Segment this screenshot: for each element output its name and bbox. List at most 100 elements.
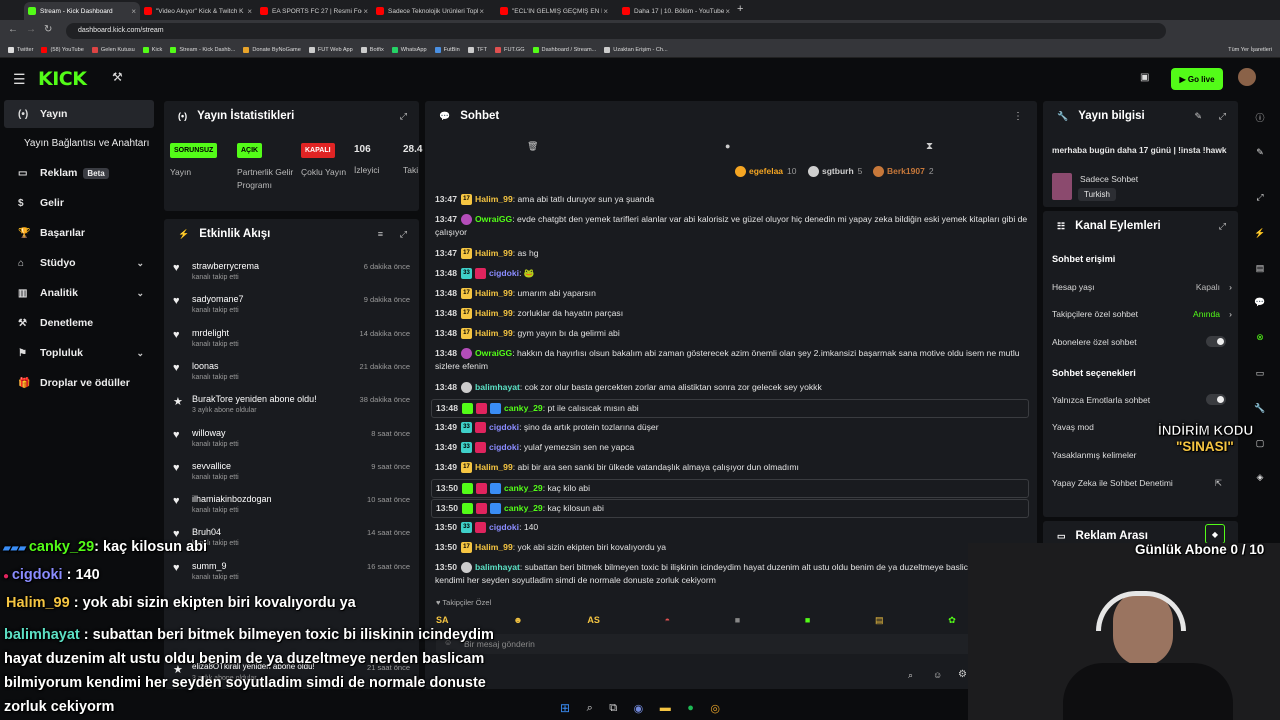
signal-icon[interactable]: ⊗: [1250, 327, 1270, 347]
folder-icon[interactable]: ▬: [660, 702, 671, 714]
chat-input[interactable]: ☺ Bir mesaj gönderin: [436, 634, 1030, 654]
edit-icon[interactable]: ✎: [1194, 111, 1202, 122]
document-icon[interactable]: ▤: [1250, 258, 1270, 278]
settings-icon[interactable]: ◈: [1250, 467, 1270, 487]
go-live-button[interactable]: ▶ Go live: [1171, 68, 1223, 90]
emote-icon[interactable]: ▤: [875, 615, 884, 626]
message-user[interactable]: Halim_99: [475, 308, 513, 318]
pencil-icon[interactable]: ✎: [1250, 142, 1270, 162]
expand-icon[interactable]: ⤢: [1219, 111, 1226, 122]
bookmark[interactable]: Donate ByNoGame: [243, 46, 301, 53]
message-user[interactable]: Halim_99: [475, 462, 513, 472]
emote-icon[interactable]: ◓: [665, 615, 670, 625]
message-user[interactable]: canky_29: [504, 403, 543, 413]
top-chatter[interactable]: Berk1907 2: [873, 166, 934, 178]
lightning-icon[interactable]: ⚡: [1250, 223, 1270, 243]
task-view-icon[interactable]: ⧉: [609, 702, 617, 715]
bookmark[interactable]: FUT.GG: [495, 46, 525, 53]
sidebar-item[interactable]: ⚑ Topluluk ⌄: [4, 339, 154, 367]
bubble-icon[interactable]: ●: [725, 141, 730, 151]
sidebar-item[interactable]: ▭ Reklam Beta: [4, 159, 154, 187]
close-icon[interactable]: ×: [603, 7, 608, 16]
emote-icon[interactable]: ✿: [948, 615, 956, 626]
filter-icon[interactable]: ≡: [378, 229, 383, 239]
kick-logo[interactable]: KICK: [38, 68, 87, 90]
close-icon[interactable]: ×: [479, 7, 484, 16]
bookmark[interactable]: Gelen Kutusu: [91, 46, 135, 53]
all-bookmarks[interactable]: Tüm Yer İşaretleri: [1228, 47, 1272, 53]
bookmark[interactable]: TFT: [467, 46, 487, 53]
sidebar-item[interactable]: 🏆 Başarılar: [4, 219, 154, 247]
sidebar-item[interactable]: ⚒ Denetleme: [4, 309, 154, 337]
emote-icon[interactable]: AS: [587, 615, 600, 625]
message-user[interactable]: canky_29: [504, 503, 543, 513]
browser-tab[interactable]: "Video Akıyor" Kick & Twitch K ×: [140, 2, 256, 20]
pin-icon[interactable]: ⚒: [112, 70, 123, 84]
account-age-row[interactable]: Hesap yaşı Kapalı ›: [1052, 282, 1232, 292]
followers-only-row[interactable]: Takipçilere özel sohbet Anında ›: [1052, 309, 1232, 319]
camera-icon[interactable]: ▣: [1140, 72, 1149, 83]
close-icon[interactable]: ×: [247, 7, 252, 16]
sidebar-item[interactable]: (•) Yayın: [4, 100, 154, 128]
top-chatter[interactable]: sgtburh 5: [808, 166, 862, 178]
address-bar[interactable]: dashboard.kick.com/stream: [66, 23, 1166, 39]
emoji-icon[interactable]: ☺: [933, 670, 942, 680]
chat-icon[interactable]: 💬: [1250, 292, 1270, 312]
browser-tab[interactable]: "ECL'İN GELMİŞ GEÇMİŞ EN İYİ ×: [496, 2, 612, 20]
bookmark[interactable]: Botfix: [360, 46, 384, 53]
sidebar-item[interactable]: 🎁 Droplar ve ödüller: [4, 369, 154, 397]
sidebar-item[interactable]: Yayın Bağlantısı ve Anahtarı: [4, 129, 154, 157]
message-user[interactable]: Halim_99: [475, 288, 513, 298]
message-user[interactable]: cigdoki: [489, 442, 519, 452]
message-user[interactable]: OwraiGG: [475, 214, 512, 224]
emote-only-toggle[interactable]: [1206, 394, 1226, 405]
sidebar-item[interactable]: ⌂ Stüdyo ⌄: [4, 249, 154, 277]
browser-tab[interactable]: Sadece Teknolojik Ürünleri Topl ×: [372, 2, 488, 20]
message-user[interactable]: balimhayat: [475, 562, 520, 572]
reload-icon[interactable]: ↻: [44, 24, 52, 35]
sidebar-item[interactable]: $ Gelir: [4, 189, 154, 217]
close-icon[interactable]: ×: [725, 7, 730, 16]
spotify-icon[interactable]: ●: [687, 702, 694, 714]
category-name[interactable]: Sadece Sohbet: [1080, 174, 1138, 184]
bookmark[interactable]: Dashboard / Stream...: [532, 46, 596, 53]
message-user[interactable]: OwraiGG: [475, 348, 512, 358]
message-user[interactable]: Halim_99: [475, 194, 513, 204]
close-icon[interactable]: ×: [131, 7, 136, 16]
message-user[interactable]: Halim_99: [475, 542, 513, 552]
sidebar-item[interactable]: ▥ Analitik ⌄: [4, 279, 154, 307]
emote-icon[interactable]: ■: [805, 615, 810, 625]
bookmark[interactable]: FUT Web App: [308, 46, 353, 53]
printer-icon[interactable]: ▭: [1250, 363, 1270, 383]
expand-icon[interactable]: ⤢: [400, 111, 407, 122]
ai-moderation-row[interactable]: Yapay Zeka ile Sohbet Denetimi ⇱: [1052, 478, 1232, 488]
menu-icon[interactable]: ☰: [13, 71, 26, 88]
windows-icon[interactable]: ⊞: [560, 701, 570, 715]
expand-icon[interactable]: ⤢: [1219, 221, 1226, 232]
ad-break-button[interactable]: ◆: [1205, 524, 1225, 544]
more-icon[interactable]: ⋮: [1013, 111, 1023, 122]
wrench-icon[interactable]: 🔧: [1250, 398, 1270, 418]
bookmark[interactable]: (58) YouTube: [41, 46, 84, 53]
message-user[interactable]: cigdoki: [489, 522, 519, 532]
bookmark[interactable]: Twitter: [8, 46, 33, 53]
info-icon[interactable]: ⓘ: [1250, 107, 1270, 127]
emote-icon[interactable]: ■: [735, 615, 740, 625]
trash-icon[interactable]: 🗑: [527, 141, 538, 152]
search-icon[interactable]: ⌕: [587, 702, 593, 715]
new-tab-icon[interactable]: +: [737, 3, 743, 15]
bookmark[interactable]: Kick: [142, 46, 162, 53]
message-user[interactable]: canky_29: [504, 483, 543, 493]
bookmark[interactable]: WhatsApp: [391, 46, 427, 53]
bookmark[interactable]: Uzaktan Erişim - Ch...: [604, 46, 668, 53]
browser-tab[interactable]: Stream - Kick Dashboard ×: [24, 2, 140, 20]
subs-only-toggle[interactable]: [1206, 336, 1226, 347]
avatar[interactable]: [1238, 68, 1256, 86]
browser-tab[interactable]: EA SPORTS FC 27 | Resmi Footb ×: [256, 2, 372, 20]
forward-icon[interactable]: →: [26, 24, 36, 35]
bookmark[interactable]: FutBin: [434, 46, 460, 53]
message-user[interactable]: Halim_99: [475, 248, 513, 258]
search-icon[interactable]: ⌕: [908, 670, 913, 681]
close-icon[interactable]: ×: [363, 7, 368, 16]
discord-icon[interactable]: ◉: [634, 702, 644, 715]
